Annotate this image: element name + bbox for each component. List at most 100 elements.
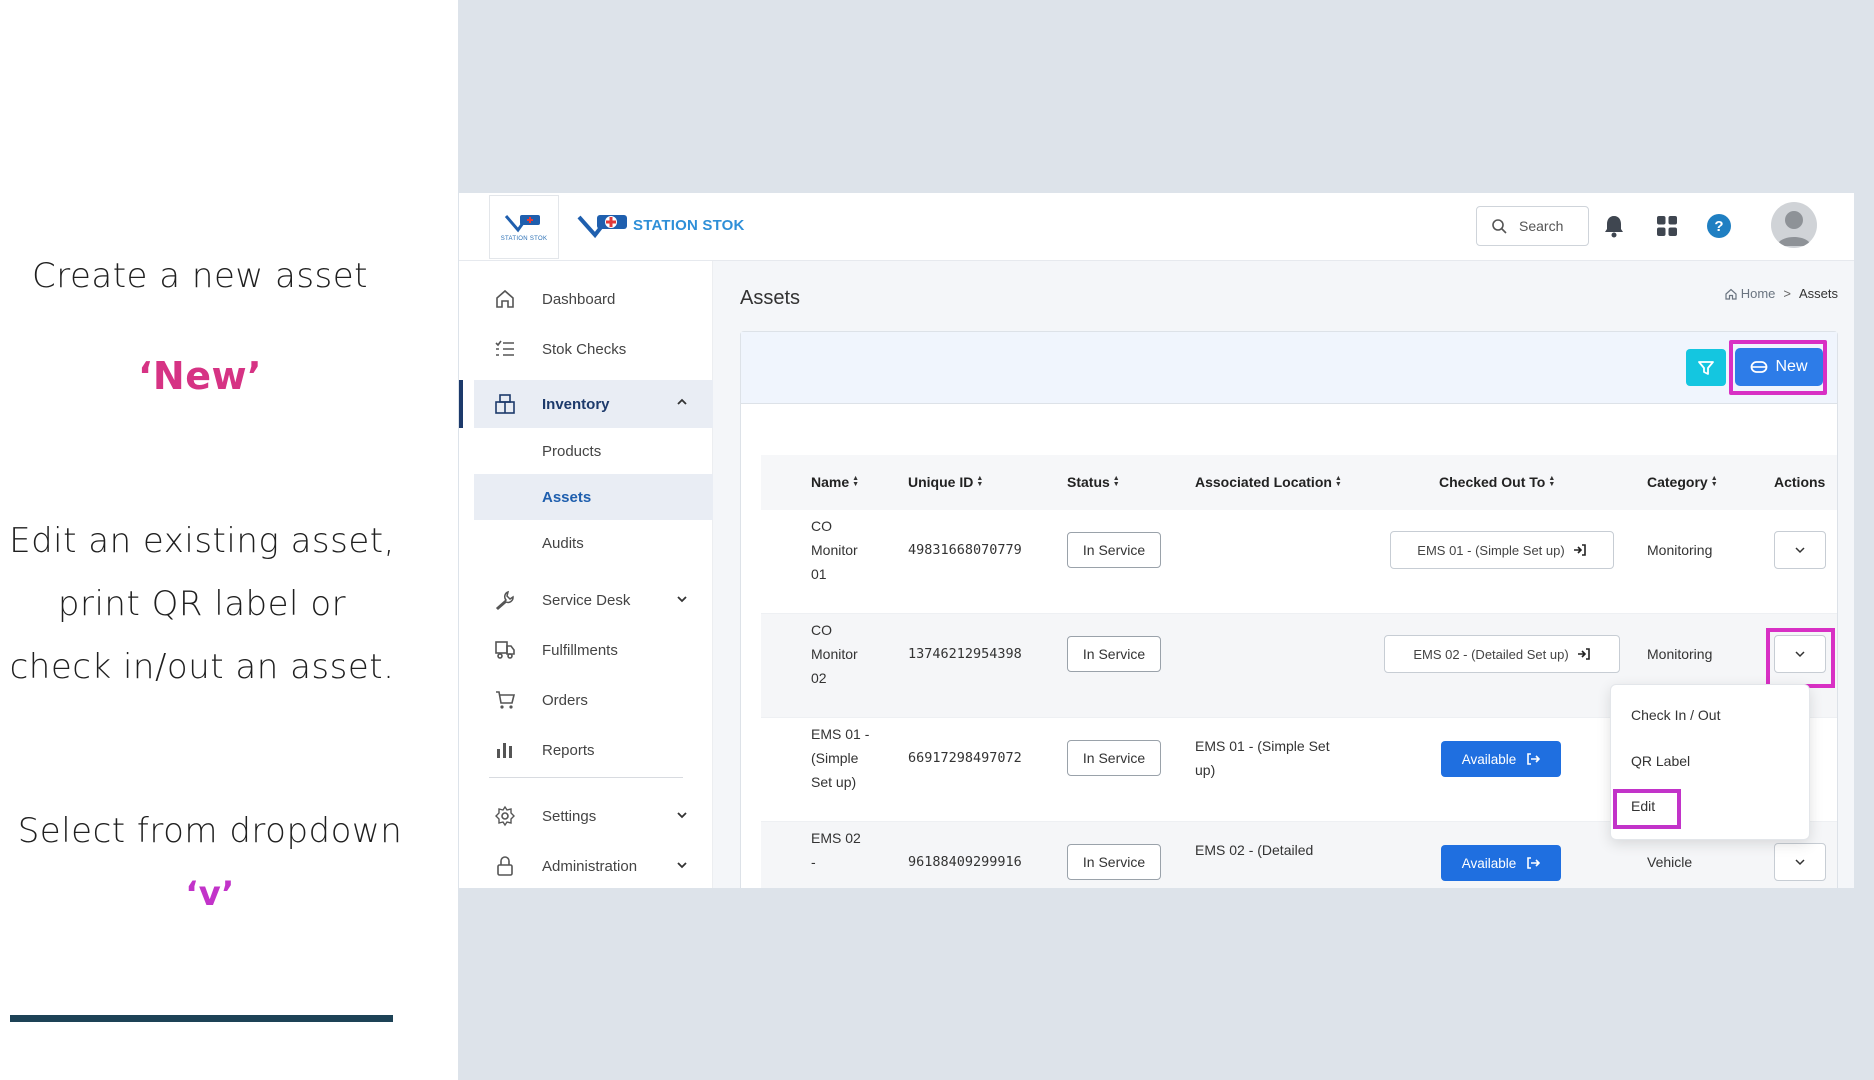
column-label: Associated Location (1195, 474, 1332, 490)
sidebar-item-audits[interactable]: Audits (474, 520, 713, 566)
checked-out-button[interactable]: EMS 02 - (Detailed Set up) (1384, 635, 1620, 673)
asset-name[interactable]: CO Monitor 01 (811, 514, 858, 586)
sidebar-item-fulfillments[interactable]: Fulfillments (474, 627, 713, 673)
sidebar-item-label: Dashboard (542, 290, 616, 308)
sidebar-item-products[interactable]: Products (474, 428, 713, 474)
sort-icon: ▲ ▼ (976, 475, 984, 488)
sign-in-icon (1577, 648, 1590, 660)
select-instruction-text: Select from dropdown (17, 811, 403, 851)
bell-icon[interactable] (1600, 212, 1628, 240)
sign-out-icon (1527, 857, 1541, 869)
column-label: Actions (1774, 474, 1826, 490)
select-instruction: Select from dropdown ‘v’ (0, 800, 420, 926)
sidebar-item-settings[interactable]: Settings (474, 793, 713, 839)
gear-icon (495, 805, 515, 827)
associated-location: EMS 01 - (Simple Set up) (1195, 734, 1330, 782)
sidebar-item-dashboard[interactable]: Dashboard (474, 276, 713, 322)
name-line: Monitor (811, 646, 858, 662)
table-row: CO Monitor 01 49831668070779 In Service … (761, 510, 1837, 614)
app-logo[interactable]: STATION STOK (489, 195, 559, 259)
avatar[interactable] (1771, 202, 1817, 248)
actions-dropdown-button[interactable] (1774, 843, 1826, 881)
sidebar-item-label: Products (542, 442, 602, 460)
home-icon (1725, 288, 1737, 300)
new-button-highlight (1729, 340, 1827, 395)
sign-out-icon (1527, 753, 1541, 765)
breadcrumb-separator: > (1783, 286, 1791, 301)
name-line: (Simple (811, 750, 859, 766)
checkout-label: EMS 01 - (Simple Set up) (1417, 542, 1565, 558)
checklist-icon (495, 340, 514, 356)
menu-item-qr-label[interactable]: QR Label (1631, 753, 1690, 769)
category: Monitoring (1647, 646, 1713, 662)
column-header-actions: Actions (1774, 474, 1825, 490)
column-label: Name (811, 474, 850, 490)
boxes-icon (495, 394, 515, 414)
brand-name: STATION STOK (633, 216, 745, 234)
sidebar-item-label: Service Desk (542, 591, 631, 609)
asset-name[interactable]: EMS 01 - (Simple Set up) (811, 722, 869, 794)
available-button[interactable]: Available (1441, 845, 1561, 881)
menu-item-check-in-out[interactable]: Check In / Out (1631, 707, 1720, 723)
logo-icon (504, 215, 540, 233)
location-line: EMS 01 - (Simple Set (1195, 738, 1330, 754)
column-header-category[interactable]: Category ▲ ▼ (1647, 474, 1718, 490)
sidebar-item-inventory[interactable]: Inventory (474, 380, 713, 428)
column-header-unique-id[interactable]: Unique ID ▲ ▼ (908, 474, 983, 490)
chevron-down-icon (677, 812, 687, 819)
column-header-location[interactable]: Associated Location ▲ ▼ (1195, 474, 1342, 490)
name-line: EMS 01 - (811, 726, 870, 742)
chevron-down-icon (677, 596, 687, 603)
home-icon (496, 289, 514, 308)
create-instruction: Create a new asset (31, 256, 369, 296)
actions-dropdown-button[interactable] (1774, 531, 1826, 569)
asset-name[interactable]: CO Monitor 02 (811, 618, 858, 690)
help-icon[interactable]: ? (1705, 212, 1733, 240)
associated-location: EMS 02 - (Detailed (1195, 842, 1314, 858)
column-label: Category (1647, 474, 1708, 490)
sign-in-icon (1573, 544, 1586, 556)
search-label: Search (1519, 218, 1564, 234)
sort-icon: ▲ ▼ (1334, 475, 1342, 488)
checked-out-button[interactable]: EMS 01 - (Simple Set up) (1390, 531, 1614, 569)
cart-icon (496, 691, 516, 709)
available-button[interactable]: Available (1441, 741, 1561, 777)
lock-icon (497, 856, 513, 876)
sidebar-item-label: Inventory (542, 395, 610, 413)
sidebar-item-assets[interactable]: Assets (474, 474, 713, 520)
breadcrumb: Home > Assets (1725, 286, 1838, 301)
sidebar-item-reports[interactable]: Reports (474, 727, 713, 773)
sidebar-item-orders[interactable]: Orders (474, 677, 713, 723)
chevron-down-icon (677, 862, 687, 869)
apps-grid-icon[interactable] (1653, 212, 1681, 240)
name-line: Set up) (811, 774, 857, 790)
column-header-status[interactable]: Status ▲ ▼ (1067, 474, 1120, 490)
name-line: 01 (811, 566, 827, 582)
asset-name[interactable]: EMS 02 - (811, 826, 861, 874)
sidebar-item-administration[interactable]: Administration (474, 843, 713, 888)
sidebar-item-stok-checks[interactable]: Stok Checks (474, 326, 713, 372)
sort-icon: ▲ ▼ (1710, 475, 1718, 488)
column-header-name[interactable]: Name ▲ ▼ (811, 474, 859, 490)
create-hint: ‘New’ (137, 354, 263, 398)
sort-icon: ▲ ▼ (852, 475, 860, 488)
page-title: Assets (740, 287, 801, 309)
sidebar-item-service-desk[interactable]: Service Desk (474, 577, 713, 623)
sidebar-item-label: Orders (542, 691, 588, 709)
search-button[interactable]: Search (1476, 206, 1589, 246)
name-line: CO (811, 518, 832, 534)
breadcrumb-home[interactable]: Home (1725, 286, 1775, 301)
chevron-up-icon (677, 398, 687, 405)
sidebar-item-label: Reports (542, 741, 595, 759)
chevron-down-icon (1795, 859, 1805, 866)
status-badge: In Service (1067, 844, 1161, 880)
status-badge: In Service (1067, 740, 1161, 776)
name-line: CO (811, 622, 832, 638)
status-badge: In Service (1067, 636, 1161, 672)
filter-button[interactable] (1686, 349, 1726, 386)
sidebar-item-label: Assets (542, 488, 592, 506)
edit-highlight (1613, 789, 1681, 829)
column-header-checked-out-to[interactable]: Checked Out To ▲ ▼ (1439, 474, 1555, 490)
sidebar-item-label: Administration (542, 857, 638, 875)
column-label: Checked Out To (1439, 474, 1546, 490)
